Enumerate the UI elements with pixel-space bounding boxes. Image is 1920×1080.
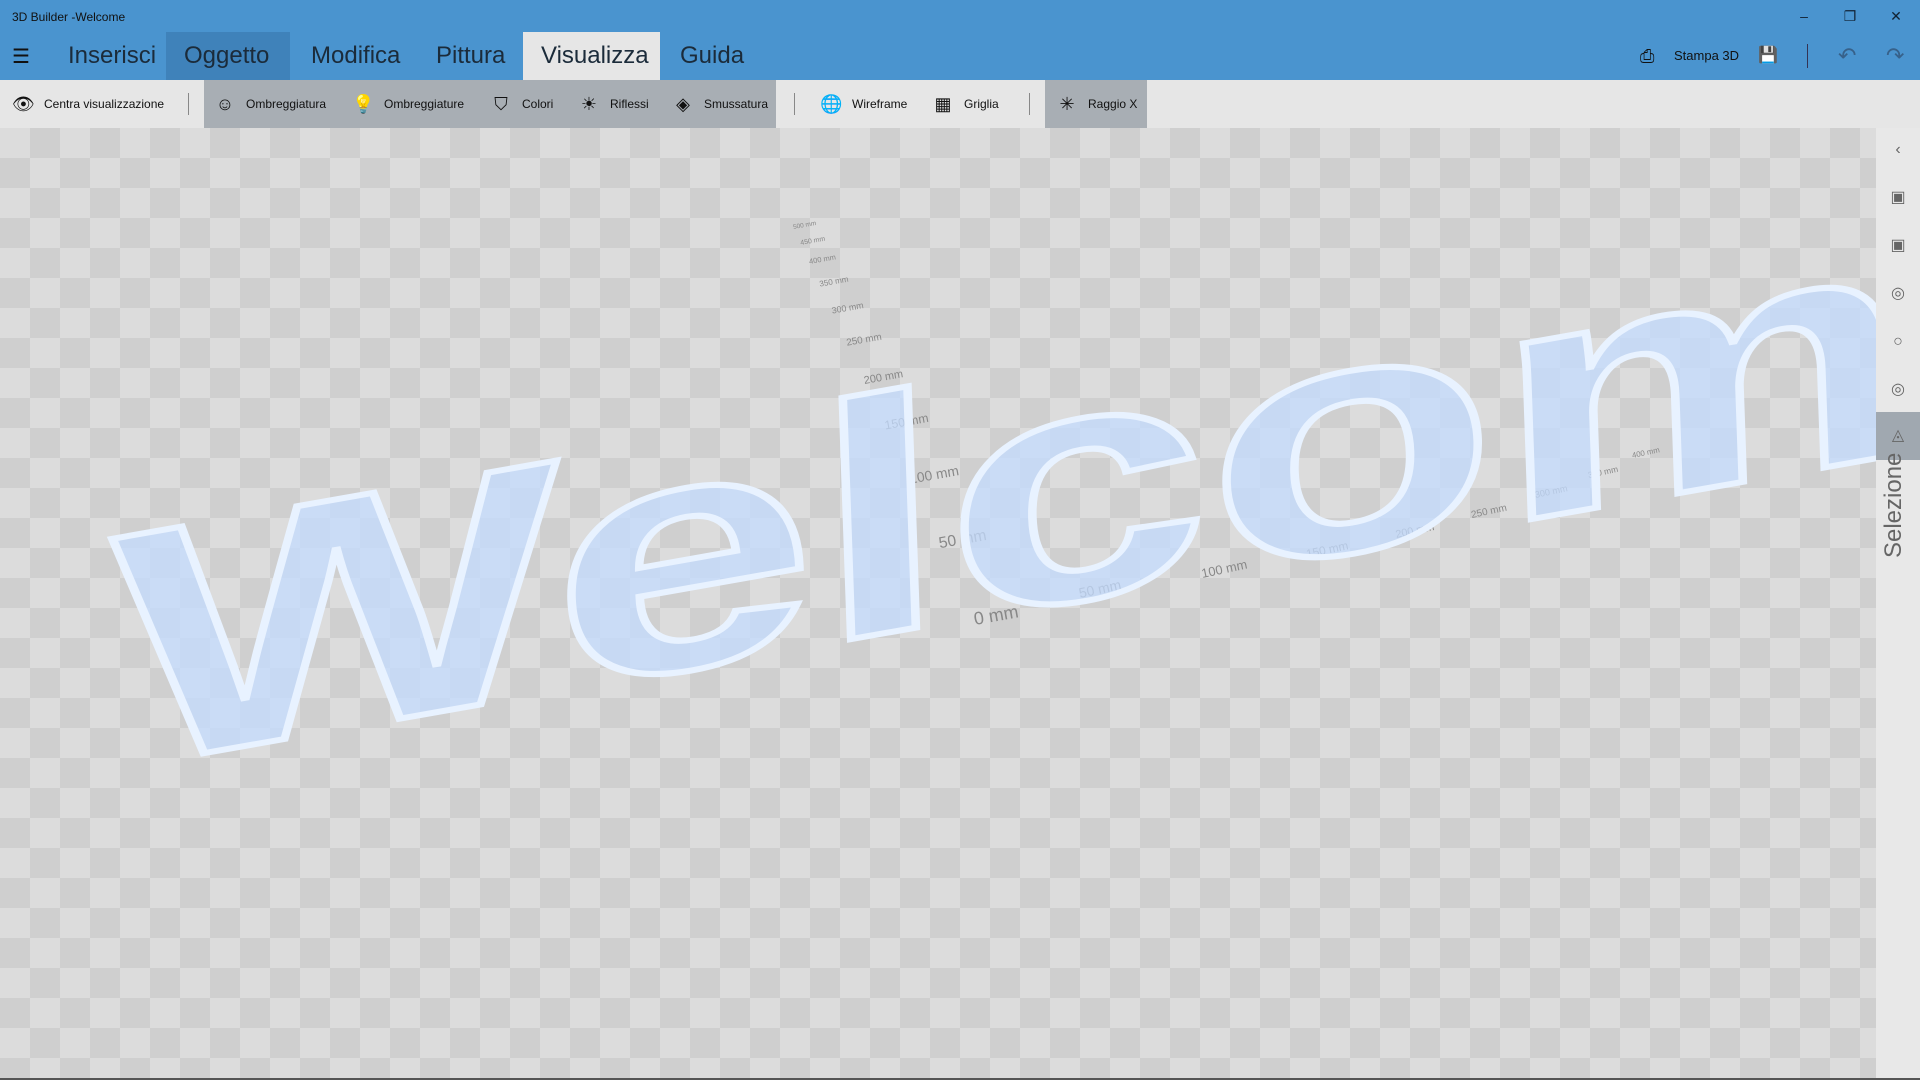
view-toolbar: 👁 Centra visualizzazione ☺ Ombreggiatura 💡… <box>0 80 1920 128</box>
divider <box>188 93 189 115</box>
print-3d-button[interactable]: Stampa 3D <box>1674 32 1739 80</box>
deselect-icon[interactable]: ▣ <box>1876 224 1920 268</box>
grid-button[interactable]: ▦ Griglia <box>932 80 999 128</box>
ruler-label-y: 450 mm <box>800 236 826 247</box>
label: Riflessi <box>610 97 649 111</box>
tab-oggetto[interactable]: Oggetto <box>166 32 290 80</box>
label: Ombreggiatura <box>246 97 327 111</box>
tab-visualizza[interactable]: Visualizza <box>523 32 660 80</box>
collapse-chevron-icon[interactable]: ‹ <box>1876 128 1920 172</box>
select-none-icon[interactable]: ○ <box>1876 320 1920 364</box>
ruler-label-y: 500 mm <box>793 220 817 231</box>
diamond-icon: ◈ <box>676 93 690 114</box>
select-all-icon[interactable]: ▣ <box>1876 176 1920 220</box>
close-button[interactable]: ✕ <box>1876 4 1916 28</box>
3d-viewport[interactable]: 0 mm 50 mm 100 mm 150 mm 200 mm 250 mm 300 mm 3… <box>0 128 1876 1078</box>
bulb-icon: 💡 <box>352 93 375 114</box>
tab-guida[interactable]: Guida <box>662 32 762 80</box>
label: Raggio X <box>1088 97 1138 111</box>
grid-icon: ▦ <box>934 93 952 114</box>
scene: 0 mm50 mm100 mm150 mm200 mm250 mm300 mm3… <box>106 128 1876 843</box>
shading-button[interactable]: ☺ Ombreggiatura <box>214 80 326 128</box>
wireframe-button[interactable]: 🌐 Wireframe <box>820 80 907 128</box>
xray-button[interactable]: ✳ Raggio X <box>1056 80 1137 128</box>
tab-pittura[interactable]: Pittura <box>418 32 523 80</box>
welcome-model[interactable]: Welcome <box>106 128 1876 843</box>
ruler-label-y: 300 mm <box>831 300 864 315</box>
redo-icon[interactable]: ↷ <box>1886 32 1904 80</box>
divider <box>1807 44 1808 68</box>
select-mode-icon[interactable]: ◎ <box>1876 368 1920 412</box>
hamburger-menu-icon[interactable]: ☰ <box>12 44 30 69</box>
minimize-button[interactable]: – <box>1784 4 1824 28</box>
tab-modifica[interactable]: Modifica <box>293 32 418 80</box>
ruler-label-y: 350 mm <box>819 275 850 289</box>
colors-button[interactable]: ⛉ Colori <box>490 80 553 128</box>
ruler-label-y: 400 mm <box>808 252 836 266</box>
label: Colori <box>522 97 554 111</box>
smoothing-button[interactable]: ◈ Smussatura <box>672 80 768 128</box>
asterisk-icon: ✳ <box>1059 93 1075 114</box>
shadows-button[interactable]: 💡 Ombreggiature <box>352 80 464 128</box>
face-icon: ☺ <box>215 93 235 114</box>
side-panel: ‹ ▣ ▣ ◎ ○ ◎ ◬ Selezione <box>1876 128 1920 1080</box>
save-icon[interactable]: 💾 <box>1758 32 1778 80</box>
print-3d-icon[interactable]: ⎙ <box>1640 32 1654 80</box>
tab-inserisci[interactable]: Inserisci <box>50 32 174 80</box>
reflections-button[interactable]: ☀ Riflessi <box>578 80 649 128</box>
sunrise-icon: ☀ <box>580 93 598 114</box>
paint-icon: ⛉ <box>494 93 508 114</box>
restore-button[interactable]: ❐ <box>1830 4 1870 28</box>
divider <box>1029 93 1030 115</box>
label: Smussatura <box>704 97 769 111</box>
divider <box>794 93 795 115</box>
label: Wireframe <box>852 97 908 111</box>
label: Ombreggiature <box>384 97 465 111</box>
eye-icon: 👁 <box>12 93 35 114</box>
title-bar: 3D Builder -Welcome – ❐ ✕ <box>0 0 1920 32</box>
window-title: 3D Builder -Welcome <box>12 10 126 24</box>
label: Griglia <box>964 97 999 111</box>
select-objects-icon[interactable]: ◎ <box>1876 272 1920 316</box>
undo-icon[interactable]: ↶ <box>1838 32 1856 80</box>
selection-label: Selezione <box>1880 452 1907 558</box>
label: Centra visualizzazione <box>44 97 165 111</box>
globe-icon: 🌐 <box>820 93 843 114</box>
center-view-button[interactable]: 👁 Centra visualizzazione <box>12 80 164 128</box>
ribbon-tabs: ☰ Inserisci Oggetto Modifica Pittura Vis… <box>0 32 1920 80</box>
